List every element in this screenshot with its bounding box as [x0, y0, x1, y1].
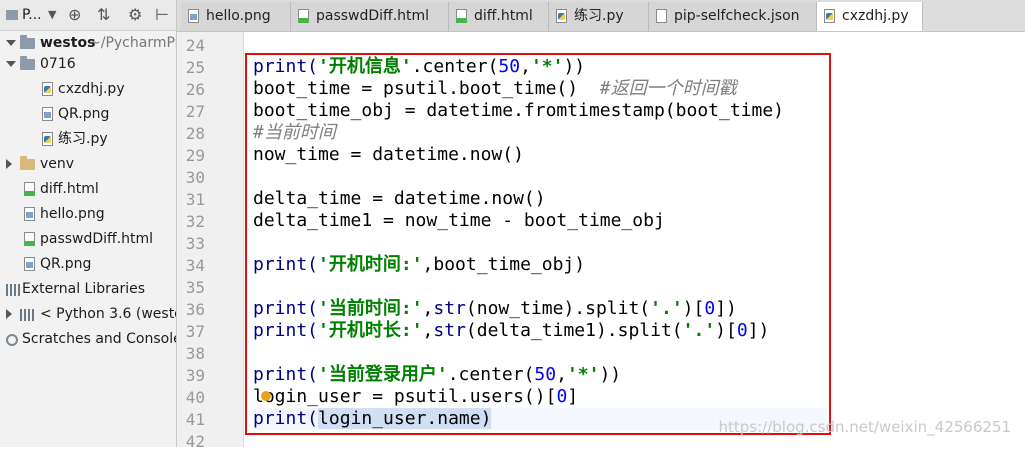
image-file-icon [24, 257, 35, 271]
project-toolbar: P... ▼ ⊕ ⇅ ⚙ ⊢ [0, 0, 176, 31]
tab-label: diff.html [474, 8, 533, 24]
tree-row-external-libraries[interactable]: External Libraries [0, 277, 176, 302]
tab-hello-png[interactable]: hello.png [181, 2, 291, 31]
tree-row-file-cxzdhj-py[interactable]: cxzdhj.py [0, 77, 176, 102]
tree-label: QR.png [58, 106, 110, 122]
tree-row-folder-venv[interactable]: venv [0, 152, 176, 177]
tree-label: < Python 3.6 (westo [40, 306, 177, 322]
tab-label: cxzdhj.py [842, 8, 909, 24]
line-number: 38 [185, 344, 205, 363]
html-file-icon [298, 9, 309, 23]
line-number: 28 [185, 124, 205, 143]
tree-label: Scratches and Consoles [22, 331, 177, 347]
line-number: 41 [185, 410, 205, 429]
image-file-icon [188, 9, 199, 23]
collapse-icon[interactable]: ⇅ [97, 0, 110, 30]
line-number: 30 [185, 168, 205, 187]
line-number: 32 [185, 212, 205, 231]
line-number: 24 [185, 36, 205, 55]
line-number: 42 [185, 432, 205, 451]
tab-pip-selfcheck-json[interactable]: pip-selfcheck.json [649, 2, 817, 31]
html-file-icon [24, 232, 35, 246]
folder-icon [20, 35, 35, 49]
tree-row-python-sdk[interactable]: < Python 3.6 (westo [0, 302, 176, 327]
tree-label: venv [40, 156, 75, 172]
tree-row-scratches[interactable]: Scratches and Consoles [0, 327, 176, 352]
tab-label: passwdDiff.html [316, 8, 430, 24]
line-number: 34 [185, 256, 205, 275]
line-number: 26 [185, 80, 205, 99]
tab-label: 练习.py [574, 8, 624, 24]
tree-row-file-hello-png[interactable]: hello.png [0, 202, 176, 227]
gear-icon[interactable]: ⚙ [128, 0, 142, 30]
library-icon [6, 284, 20, 296]
python-file-icon [42, 132, 53, 146]
line-number: 35 [185, 278, 205, 297]
line-number: 39 [185, 366, 205, 385]
html-file-icon [456, 9, 467, 23]
line-number: 27 [185, 102, 205, 121]
html-file-icon [24, 182, 35, 196]
project-view-icon[interactable] [6, 0, 18, 30]
tab-lianxi-py[interactable]: 练习.py [549, 2, 649, 31]
sync-icon[interactable]: ⊕ [68, 0, 81, 30]
folder-icon [20, 156, 35, 170]
line-number: 40 [185, 388, 205, 407]
tree-row-file-diff-html[interactable]: diff.html [0, 177, 176, 202]
tree-label: QR.png [40, 256, 92, 272]
project-panel: P... ▼ ⊕ ⇅ ⚙ ⊢ westos ~/PycharmProje 071… [0, 0, 177, 447]
folder-icon [20, 56, 35, 70]
image-file-icon [42, 107, 53, 121]
line-number: 31 [185, 190, 205, 209]
chevron-right-icon[interactable] [6, 309, 12, 319]
highlight-box [245, 53, 831, 435]
python-file-icon [42, 82, 53, 96]
json-file-icon [656, 9, 667, 23]
tree-label: External Libraries [22, 281, 145, 297]
line-number: 29 [185, 146, 205, 165]
tree-label: hello.png [40, 206, 105, 222]
line-number-gutter: 24 25 26 27 28 29 30 31 32 33 34 35 36 3… [177, 32, 244, 451]
line-number: 25 [185, 58, 205, 77]
tree-label: cxzdhj.py [58, 81, 125, 97]
line-number: 37 [185, 322, 205, 341]
line-number: 33 [185, 234, 205, 253]
chevron-down-icon[interactable]: ▼ [48, 0, 56, 30]
tab-cxzdhj-py[interactable]: cxzdhj.py [817, 2, 923, 31]
tree-row-file-qr-png[interactable]: QR.png [0, 252, 176, 277]
tab-label: hello.png [206, 8, 271, 24]
image-file-icon [24, 207, 35, 221]
python-file-icon [556, 9, 567, 23]
tab-label: pip-selfcheck.json [674, 8, 800, 24]
tree-row-file-passwddiff-html[interactable]: passwdDiff.html [0, 227, 176, 252]
tree-label: diff.html [40, 181, 99, 197]
tree-row-file-lianxi-py[interactable]: 练习.py [0, 127, 176, 152]
editor-tab-bar: hello.png passwdDiff.html diff.html 练习.p… [177, 0, 1025, 32]
hide-icon[interactable]: ⊢ [155, 0, 169, 30]
chevron-right-icon[interactable] [6, 159, 12, 169]
chevron-down-icon[interactable] [6, 40, 16, 46]
tree-label: 练习.py [58, 131, 108, 147]
chevron-down-icon[interactable] [6, 61, 16, 67]
tree-label: 0716 [40, 56, 76, 72]
python-sdk-icon [20, 309, 34, 321]
tree-label: passwdDiff.html [40, 231, 154, 247]
tree-row-folder-0716[interactable]: 0716 [0, 52, 176, 77]
line-number: 36 [185, 300, 205, 319]
python-file-icon [824, 9, 835, 23]
watermark: https://blog.csdn.net/weixin_42566251 [718, 418, 1011, 436]
project-view-selector[interactable]: P... [22, 0, 42, 30]
tree-row-file-qr-png-inner[interactable]: QR.png [0, 102, 176, 127]
tab-diff-html[interactable]: diff.html [449, 2, 549, 31]
tab-passwddiff-html[interactable]: passwdDiff.html [291, 2, 449, 31]
scratches-icon [6, 334, 18, 346]
